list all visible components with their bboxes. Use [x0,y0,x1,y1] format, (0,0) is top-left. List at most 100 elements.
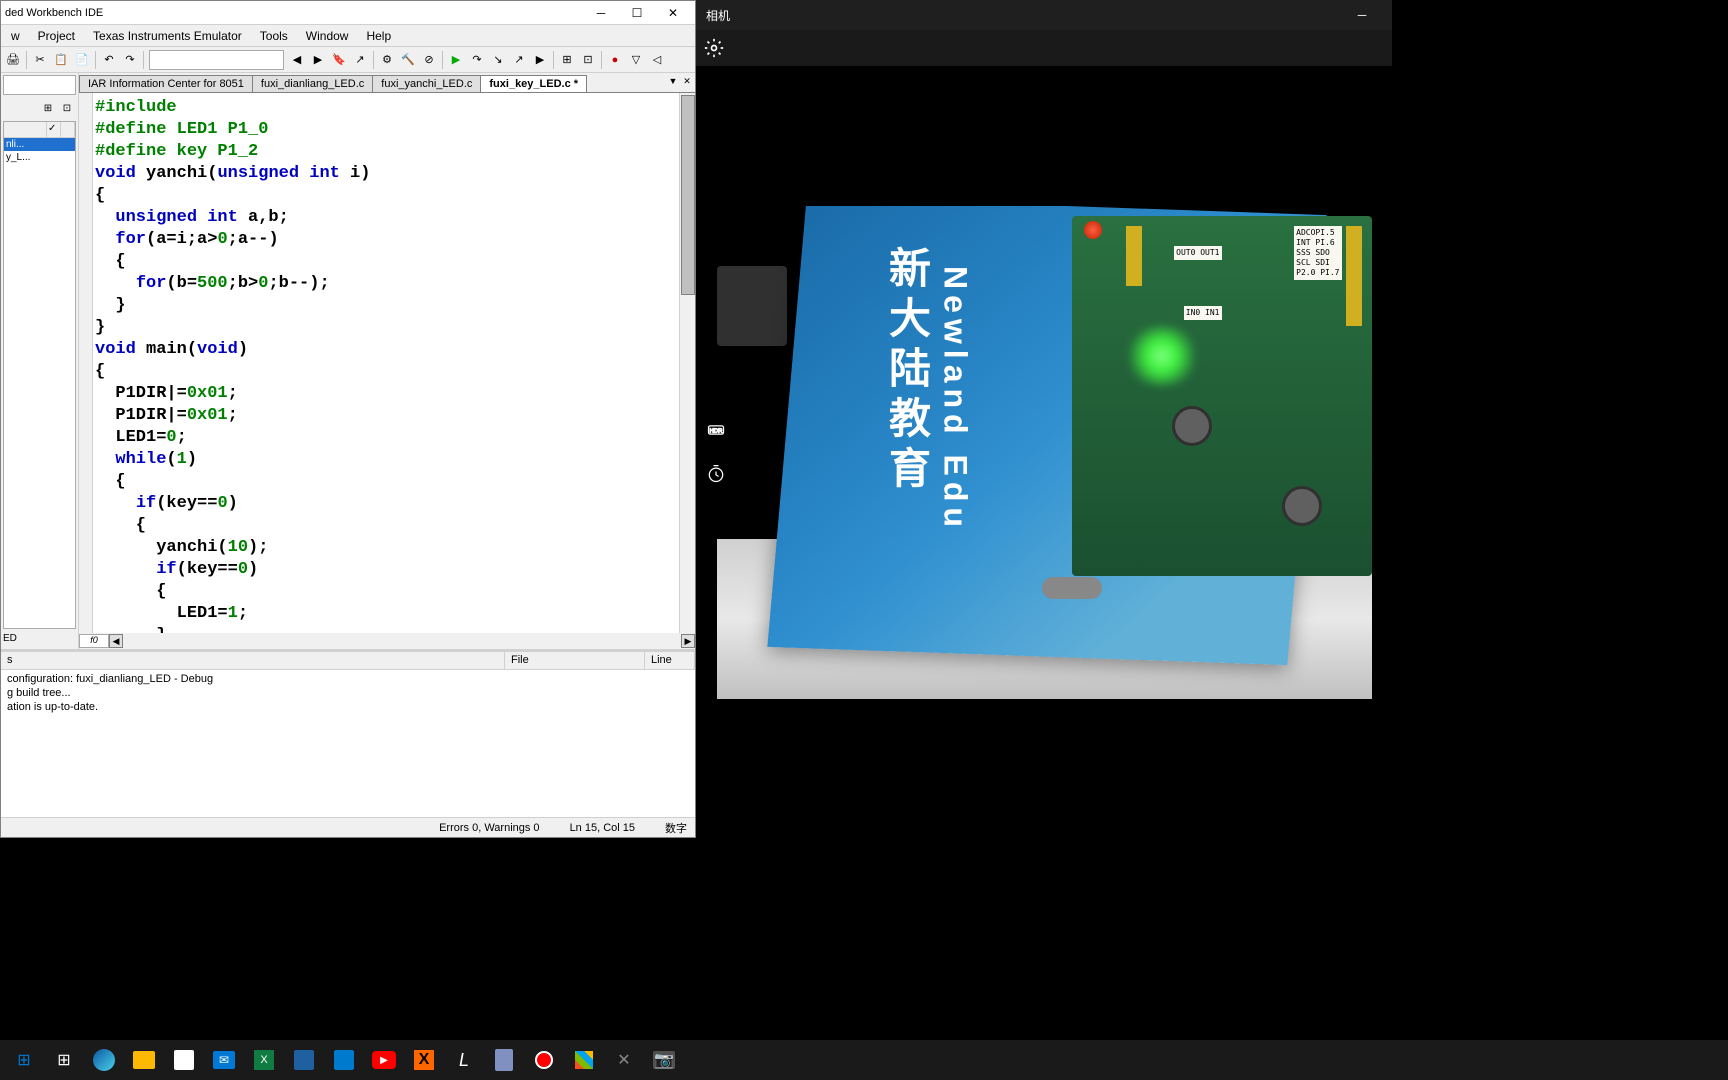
horizontal-scrollbar[interactable]: f0 ◀ ▶ [79,633,695,649]
menu-window[interactable]: Window [298,27,357,45]
photos-button[interactable] [284,1040,324,1080]
step-into-button[interactable]: ↘ [488,50,508,70]
ide-title: ded Workbench IDE [5,7,583,19]
camera-window: 相机 ─ HDR 新大陆教育 Newland Edu [696,0,1392,838]
tree-item-selected[interactable]: nli... [4,138,75,151]
step-over-button[interactable]: ↷ [467,50,487,70]
tab-dianliang[interactable]: fuxi_dianliang_LED.c [252,75,373,92]
camera-minimize[interactable]: ─ [1342,1,1382,29]
minimize-button[interactable]: ─ [583,2,619,24]
status-position: Ln 15, Col 15 [570,822,635,834]
tab-key-led[interactable]: fuxi_key_LED.c * [480,75,587,92]
code-content[interactable]: #include #define LED1 P1_0 #define key P… [93,93,679,633]
edge-button[interactable] [84,1040,124,1080]
side-tool-1[interactable]: ⊞ [39,99,57,117]
explorer-button[interactable] [124,1040,164,1080]
mail-button[interactable]: ✉ [204,1040,244,1080]
ide-window: ded Workbench IDE ─ ☐ ✕ w Project Texas … [0,0,696,838]
workspace-footer: ED [1,631,78,649]
pin-labels: ADCOPI.5 INT PI.6 SSS SDO SCL SDI P2.0 P… [1294,226,1341,280]
file-tree[interactable]: ✓ nli... y_L... [3,121,76,629]
menu-tools[interactable]: Tools [252,27,296,45]
build-button[interactable]: 🔨 [398,50,418,70]
bookmark-button[interactable]: 🔖 [329,50,349,70]
mounting-slot [1042,577,1102,599]
nav-button[interactable]: ↗ [350,50,370,70]
tab-close[interactable]: ✕ [681,75,693,87]
maximize-button[interactable]: ☐ [619,2,655,24]
redo-button[interactable]: ↷ [120,50,140,70]
start-button[interactable]: ⊞ [4,1040,44,1080]
tab-yanchi[interactable]: fuxi_yanchi_LED.c [372,75,481,92]
side-tool-2[interactable]: ⊡ [58,99,76,117]
output-col-message[interactable]: s [1,652,505,669]
usb-connector [717,266,787,346]
tree-item[interactable]: y_L... [4,151,75,164]
undo-button[interactable]: ↶ [99,50,119,70]
tab-dropdown[interactable]: ▼ [667,75,679,87]
output-messages[interactable]: configuration: fuxi_dianliang_LED - Debu… [1,670,695,817]
excel-button[interactable]: X [244,1040,284,1080]
task-view-button[interactable]: ⊞ [44,1040,84,1080]
app-tool-button[interactable]: ✕ [604,1040,644,1080]
pin-header-right [1346,226,1362,326]
paste-button[interactable]: 📄 [72,50,92,70]
tool-d-button[interactable]: ◁ [647,50,667,70]
out-labels: OUT0 OUT1 [1174,246,1221,260]
push-button-2 [1282,486,1322,526]
close-button[interactable]: ✕ [655,2,691,24]
copy-button[interactable]: 📋 [51,50,71,70]
camera-preview: 新大陆教育 Newland Edu ADCOPI.5 INT PI.6 SSS … [717,206,1372,699]
vscode-button[interactable] [324,1040,364,1080]
tool-c-button[interactable]: ▽ [626,50,646,70]
ide-titlebar[interactable]: ded Workbench IDE ─ ☐ ✕ [1,1,695,25]
breakpoint-button[interactable]: ● [605,50,625,70]
output-col-file[interactable]: File [505,652,645,669]
find-next-button[interactable]: ▶ [308,50,328,70]
app-l-button[interactable]: L [444,1040,484,1080]
camera-title: 相机 [706,7,1342,24]
run-button[interactable]: ▶ [530,50,550,70]
find-prev-button[interactable]: ◀ [287,50,307,70]
youtube-button[interactable]: ▶ [364,1040,404,1080]
vscroll-thumb[interactable] [681,95,695,295]
tab-info-center[interactable]: IAR Information Center for 8051 [79,75,253,92]
app-orange-button[interactable]: X [404,1040,444,1080]
compile-button[interactable]: ⚙ [377,50,397,70]
settings-icon[interactable] [704,38,724,58]
output-panel: s File Line configuration: fuxi_dianlian… [1,649,695,817]
print-button[interactable]: 🖨 [3,50,23,70]
hscroll-right[interactable]: ▶ [681,634,695,648]
cut-button[interactable]: ✂ [30,50,50,70]
recorder-button[interactable] [524,1040,564,1080]
output-col-line[interactable]: Line [645,652,695,669]
pin-header-left [1126,226,1142,286]
camera-titlebar[interactable]: 相机 ─ [696,0,1392,30]
board-label-en: Newland Edu [937,266,974,533]
tool-b-button[interactable]: ⊡ [578,50,598,70]
function-indicator[interactable]: f0 [79,634,109,648]
red-led [1084,221,1102,239]
toolbar: 🖨 ✂ 📋 📄 ↶ ↷ ◀ ▶ 🔖 ↗ ⚙ 🔨 ⊘ ▶ ↷ ↘ ↗ ▶ ⊞ [1,47,695,73]
hscroll-track[interactable] [137,634,667,648]
camera-toolbar [696,30,1392,66]
step-out-button[interactable]: ↗ [509,50,529,70]
menu-emulator[interactable]: Texas Instruments Emulator [85,27,250,45]
code-editor[interactable]: #include #define LED1 P1_0 #define key P… [79,93,695,633]
vertical-scrollbar[interactable] [679,93,695,633]
workspace-panel: ⊞ ⊡ ✓ nli... y_L... ED [1,73,79,649]
tool-a-button[interactable]: ⊞ [557,50,577,70]
debug-button[interactable]: ▶ [446,50,466,70]
camera-taskbar-button[interactable]: 📷 [644,1040,684,1080]
store-button[interactable] [164,1040,204,1080]
stop-build-button[interactable]: ⊘ [419,50,439,70]
app-grid-button[interactable] [564,1040,604,1080]
menu-project[interactable]: Project [30,27,83,45]
menu-help[interactable]: Help [358,27,399,45]
search-combo[interactable] [149,50,284,70]
tree-col-status [61,122,75,137]
hscroll-left[interactable]: ◀ [109,634,123,648]
menu-view[interactable]: w [3,27,28,45]
config-combo[interactable] [3,75,76,95]
app-notes-button[interactable] [484,1040,524,1080]
